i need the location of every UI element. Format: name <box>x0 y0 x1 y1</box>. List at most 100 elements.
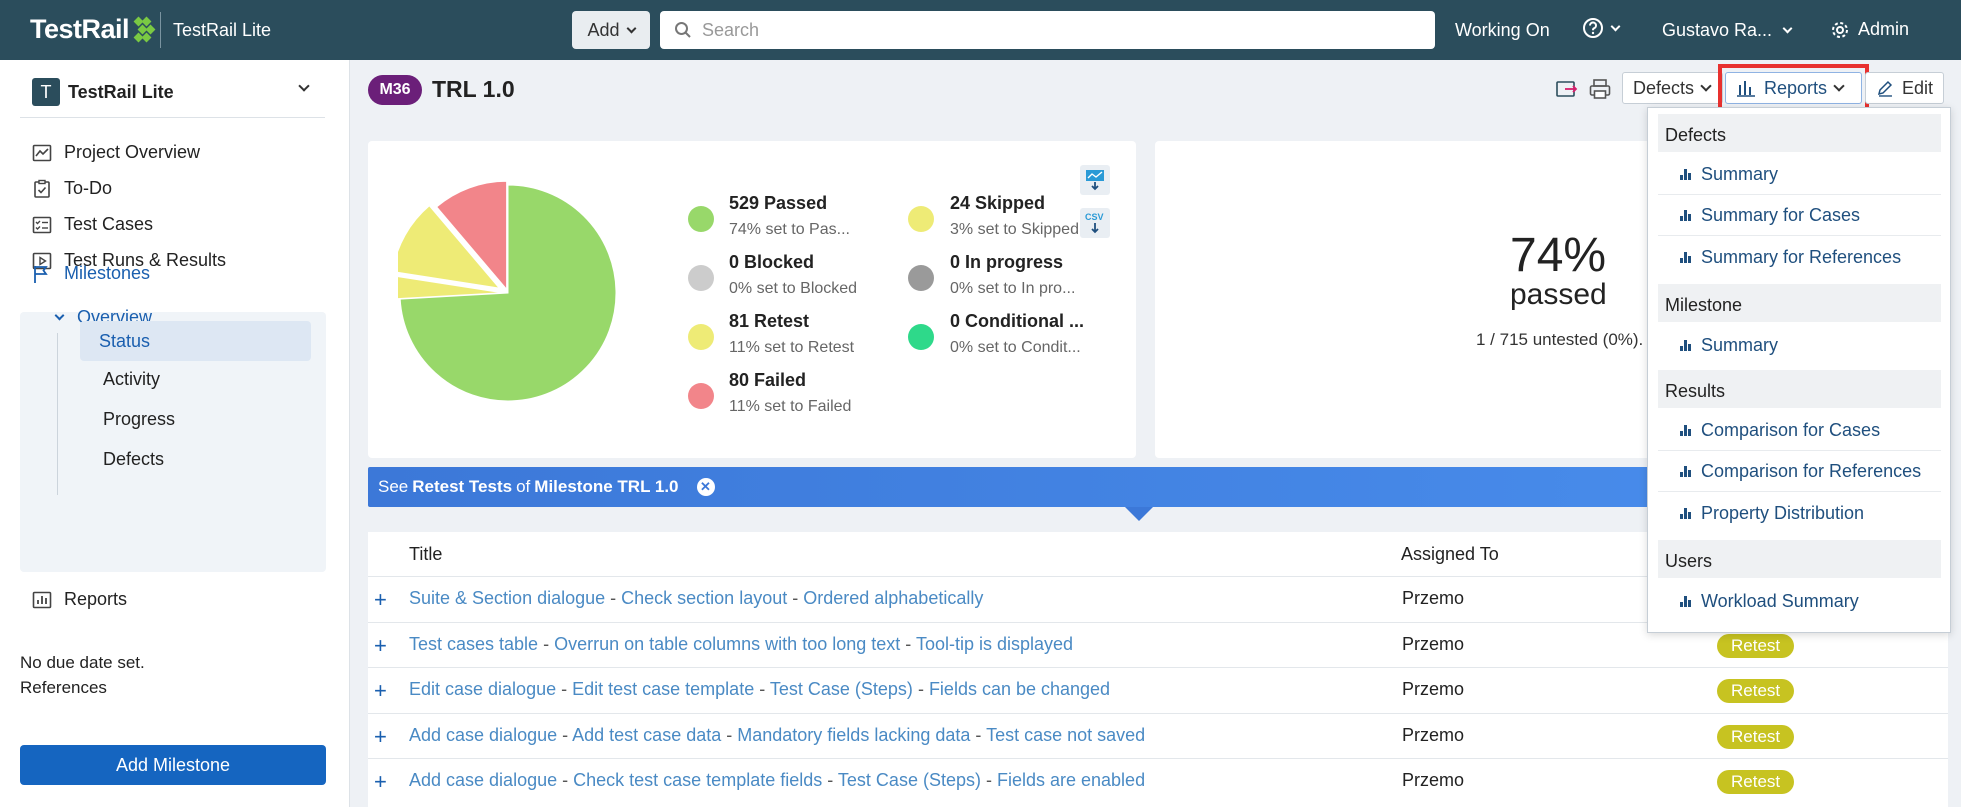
flag-icon <box>34 265 48 283</box>
working-on-link[interactable]: Working On <box>1455 20 1550 41</box>
menu-item-milestone-summary[interactable]: Summary <box>1658 325 1941 365</box>
title-part: Add case dialogue <box>409 724 558 745</box>
legend-failed-label: 80 Failed <box>729 370 807 390</box>
admin-link[interactable]: Admin <box>1830 19 1909 40</box>
expand-icon[interactable]: + <box>374 769 387 795</box>
column-header-title[interactable]: Title <box>409 544 442 565</box>
project-avatar: T <box>32 78 60 106</box>
edit-button[interactable]: Edit <box>1865 72 1944 104</box>
expand-icon[interactable]: + <box>374 678 387 704</box>
close-icon[interactable]: ✕ <box>696 478 715 496</box>
assigned-to: Przemo <box>1402 633 1465 654</box>
title-separator: - <box>721 724 738 745</box>
expand-icon[interactable]: + <box>374 587 387 613</box>
edit-button-label: Edit <box>1901 77 1933 98</box>
title-separator: - <box>754 679 770 699</box>
expand-icon[interactable]: + <box>374 633 387 659</box>
legend-swatch-in-progress <box>908 265 934 291</box>
menu-item-label: Comparison for References <box>1701 461 1922 481</box>
test-title-link[interactable]: Add case dialogue - Add test case data -… <box>409 725 1145 746</box>
title-part: Tool-tip is displayed <box>915 633 1074 654</box>
project-switcher[interactable]: T TestRail Lite <box>32 74 324 110</box>
expand-icon[interactable]: + <box>374 724 387 750</box>
legend-in-progress-label: 0 In progress <box>950 252 1064 272</box>
column-header-assigned-to[interactable]: Assigned To <box>1401 544 1499 565</box>
test-title-link[interactable]: Suite & Section dialogue - Check section… <box>409 588 983 609</box>
working-on-label: Working On <box>1455 20 1550 40</box>
pencil-icon <box>1877 80 1893 97</box>
sidebar-item-defects[interactable]: Defects <box>103 449 164 470</box>
title-separator: - <box>980 770 997 790</box>
chevron-down-icon <box>1782 23 1793 34</box>
title-separator: - <box>970 724 987 745</box>
sidebar-item-project-overview[interactable]: Project Overview <box>32 142 200 163</box>
title-part: Ordered alphabetically <box>803 588 984 608</box>
defects-dropdown-button[interactable]: Defects <box>1622 72 1723 104</box>
table-row[interactable]: + Add case dialogue - Check test case tem… <box>368 758 1948 803</box>
bar-chart-icon <box>1680 210 1691 221</box>
sidebar-item-label: Reports <box>64 589 128 609</box>
legend-blocked-label: 0 Blocked <box>729 252 815 272</box>
assigned-to: Przemo <box>1402 679 1465 699</box>
menu-item-property-distribution[interactable]: Property Distribution <box>1658 493 1941 533</box>
title-part: Add case dialogue <box>409 770 558 790</box>
title-part: Suite & Section dialogue <box>409 588 606 608</box>
assigned-to: Przemo <box>1402 588 1465 608</box>
status-badge: Retest <box>1717 679 1795 703</box>
menu-item-defects-summary-references[interactable]: Summary for References <box>1658 237 1941 277</box>
logo-text: TestRail <box>30 14 130 44</box>
gear-icon <box>1832 21 1848 38</box>
test-title-link[interactable]: Edit case dialogue - Edit test case temp… <box>409 679 1110 700</box>
status-badge: Retest <box>1717 724 1795 749</box>
sidebar-item-status[interactable]: Status <box>80 321 311 361</box>
sidebar-item-activity[interactable]: Activity <box>103 369 160 390</box>
search-input[interactable] <box>702 19 1402 41</box>
table-row[interactable]: + Add case dialogue - Add test case data … <box>368 712 1948 758</box>
sidebar-item-todo[interactable]: To-Do <box>32 178 112 199</box>
menu-item-label: Summary for References <box>1701 246 1902 267</box>
title-separator: - <box>557 724 573 745</box>
testrail-logo[interactable]: TestRail <box>30 14 156 45</box>
download-chart-icon[interactable] <box>1080 165 1110 195</box>
product-name: TestRail Lite <box>173 20 272 40</box>
add-button-label: Add <box>587 19 620 40</box>
admin-label: Admin <box>1858 19 1910 39</box>
bar-chart-icon <box>1680 251 1691 263</box>
milestone-badge: M36 <box>368 75 422 105</box>
download-csv-icon[interactable]: CSV <box>1080 208 1110 238</box>
test-title-link[interactable]: Add case dialogue - Check test case temp… <box>409 770 1145 791</box>
menu-item-comparison-cases[interactable]: Comparison for Cases <box>1658 411 1941 451</box>
table-row[interactable]: + Edit case dialogue - Edit test case tem… <box>368 667 1948 712</box>
menu-item-workload-summary[interactable]: Workload Summary <box>1658 581 1941 621</box>
chart-line-icon <box>32 144 52 161</box>
passed-percent: 74% <box>1510 229 1607 282</box>
menu-item-comparison-references[interactable]: Comparison for References <box>1658 452 1941 492</box>
help-menu[interactable] <box>1582 17 1621 39</box>
bar-chart-icon <box>1680 339 1691 351</box>
assigned-to: Przemo <box>1402 770 1465 790</box>
title-part: Overrun on table columns with too long t… <box>554 633 901 654</box>
search-bar[interactable] <box>660 11 1435 49</box>
sidebar-item-milestones[interactable]: Milestones <box>32 263 150 284</box>
user-menu[interactable]: Gustavo Ra... <box>1662 20 1793 41</box>
title-part: Add test case data <box>572 724 722 745</box>
legend-skipped-sub: 3% set to Skipped <box>950 221 1079 238</box>
sidebar-item-test-cases[interactable]: Test Cases <box>32 214 153 235</box>
title-part: Check test case template fields <box>573 770 823 790</box>
sidebar-item-reports[interactable]: Reports <box>32 589 127 610</box>
due-date-text: No due date set. <box>20 653 145 672</box>
menu-item-defects-summary-cases[interactable]: Summary for Cases <box>1658 196 1941 236</box>
export-icon[interactable] <box>1555 77 1579 101</box>
menu-item-defects-summary[interactable]: Summary <box>1658 155 1941 195</box>
test-title-link[interactable]: Test cases table - Overrun on table colu… <box>409 634 1073 655</box>
legend-swatch-skipped <box>908 206 934 232</box>
legend-conditional-label: 0 Conditional ... <box>950 311 1084 331</box>
print-icon[interactable] <box>1588 77 1612 101</box>
add-button[interactable]: Add <box>572 11 650 49</box>
sidebar-item-label: To-Do <box>64 178 113 198</box>
sidebar-item-progress[interactable]: Progress <box>103 409 175 430</box>
add-milestone-button[interactable]: Add Milestone <box>20 745 326 785</box>
status-badge: Retest <box>1717 633 1795 658</box>
bar-chart-icon <box>1680 169 1691 180</box>
project-name: TestRail Lite <box>68 81 174 102</box>
